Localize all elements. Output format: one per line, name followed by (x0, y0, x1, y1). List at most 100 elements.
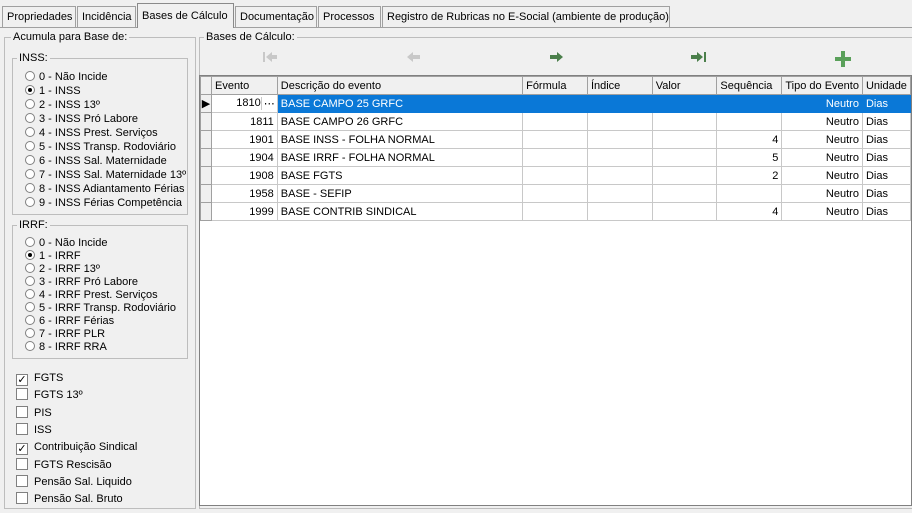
cell-descricao[interactable]: BASE FGTS (276, 166, 524, 185)
cell-descricao[interactable]: BASE IRRF - FOLHA NORMAL (276, 148, 524, 167)
table-row[interactable]: ▶ ⋯ 1810 BASE CAMPO 25 GRFC Neutro Dias (200, 94, 912, 113)
cell-formula[interactable] (522, 112, 588, 131)
inss-option-2[interactable]: 2 - INSS 13º (25, 99, 100, 112)
bases-grid[interactable]: Evento Descrição do evento Fórmula Índic… (199, 75, 912, 506)
column-evento[interactable]: Evento (210, 76, 278, 95)
inss-option-4[interactable]: 4 - INSS Prest. Serviços (25, 127, 158, 140)
last-record-icon[interactable] (689, 50, 711, 70)
cell-evento[interactable]: 1901 (210, 130, 278, 149)
check-fgts[interactable]: ✓ FGTS (16, 371, 63, 386)
cell-formula[interactable] (522, 94, 588, 113)
irrf-option-5[interactable]: 5 - IRRF Transp. Rodoviário (25, 302, 176, 315)
table-row[interactable]: 1901 BASE INSS - FOLHA NORMAL 4 Neutro D… (200, 130, 912, 149)
next-record-icon[interactable] (545, 50, 567, 70)
irrf-option-3[interactable]: 3 - IRRF Pró Labore (25, 276, 138, 289)
cell-descricao[interactable]: BASE CONTRIB SINDICAL (276, 202, 524, 221)
cell-valor[interactable] (651, 184, 718, 203)
column-formula[interactable]: Fórmula (522, 76, 588, 95)
cell-formula[interactable] (522, 130, 588, 149)
irrf-option-1[interactable]: 1 - IRRF (25, 250, 81, 263)
cell-tipo[interactable]: Neutro (781, 202, 863, 221)
check-pensao-sal-bruto[interactable]: Pensão Sal. Bruto (16, 492, 123, 506)
cell-descricao[interactable]: BASE CAMPO 26 GRFC (276, 112, 524, 131)
cell-evento[interactable]: ⋯ 1810 (210, 94, 278, 113)
cell-evento[interactable]: 1958 (210, 184, 278, 203)
cell-formula[interactable] (522, 202, 588, 221)
table-row[interactable]: 1908 BASE FGTS 2 Neutro Dias (200, 166, 912, 185)
inss-option-8[interactable]: 8 - INSS Adiantamento Férias (25, 183, 185, 196)
cell-evento[interactable]: 1999 (210, 202, 278, 221)
cell-evento[interactable]: 1904 (210, 148, 278, 167)
inss-option-3[interactable]: 3 - INSS Pró Labore (25, 113, 138, 126)
irrf-option-7[interactable]: 7 - IRRF PLR (25, 328, 105, 341)
add-record-icon[interactable] (832, 50, 854, 70)
cell-sequencia[interactable] (716, 94, 783, 113)
check-iss[interactable]: ISS (16, 423, 52, 437)
cell-unidade[interactable]: Dias (861, 130, 912, 149)
cell-indice[interactable] (586, 94, 653, 113)
cell-evento[interactable]: 1908 (210, 166, 278, 185)
cell-tipo[interactable]: Neutro (781, 112, 863, 131)
cell-indice[interactable] (586, 166, 653, 185)
cell-descricao[interactable]: BASE INSS - FOLHA NORMAL (276, 130, 524, 149)
cell-valor[interactable] (651, 94, 718, 113)
cell-sequencia[interactable]: 4 (716, 130, 783, 149)
check-pensao-sal-liquido[interactable]: Pensão Sal. Liquido (16, 475, 132, 489)
cell-descricao[interactable]: BASE CAMPO 25 GRFC (276, 94, 524, 113)
cell-indice[interactable] (586, 184, 653, 203)
cell-sequencia[interactable]: 4 (716, 202, 783, 221)
cell-sequencia[interactable] (716, 184, 783, 203)
cell-formula[interactable] (522, 184, 588, 203)
cell-valor[interactable] (651, 112, 718, 131)
cell-indice[interactable] (586, 112, 653, 131)
table-row[interactable]: 1904 BASE IRRF - FOLHA NORMAL 5 Neutro D… (200, 148, 912, 167)
ellipsis-button[interactable]: ⋯ (260, 97, 277, 110)
column-unidade[interactable]: Unidade (861, 76, 912, 95)
inss-option-5[interactable]: 5 - INSS Transp. Rodoviário (25, 141, 176, 154)
inss-option-7[interactable]: 7 - INSS Sal. Maternidade 13º (25, 169, 186, 182)
tab-processos[interactable]: Processos (318, 6, 381, 27)
cell-tipo[interactable]: Neutro (781, 130, 863, 149)
inss-option-6[interactable]: 6 - INSS Sal. Maternidade (25, 155, 167, 168)
check-fgts-rescisao[interactable]: FGTS Rescisão (16, 458, 112, 472)
cell-sequencia[interactable]: 2 (716, 166, 783, 185)
tab-incidencia[interactable]: Incidência (77, 6, 136, 27)
table-row[interactable]: 1999 BASE CONTRIB SINDICAL 4 Neutro Dias (200, 202, 912, 221)
tab-registro-esocial[interactable]: Registro de Rubricas no E-Social (ambien… (382, 6, 670, 27)
first-record-icon[interactable] (259, 50, 281, 70)
irrf-option-8[interactable]: 8 - IRRF RRA (25, 341, 107, 354)
cell-indice[interactable] (586, 202, 653, 221)
inss-option-0[interactable]: 0 - Não Incide (25, 71, 107, 84)
check-pis[interactable]: PIS (16, 406, 52, 420)
column-indice[interactable]: Índice (586, 76, 653, 95)
cell-valor[interactable] (651, 202, 718, 221)
cell-indice[interactable] (586, 148, 653, 167)
inss-option-1[interactable]: 1 - INSS (25, 85, 81, 98)
check-contribuicao-sindical[interactable]: ✓ Contribuição Sindical (16, 440, 137, 455)
cell-tipo[interactable]: Neutro (781, 94, 863, 113)
cell-formula[interactable] (522, 148, 588, 167)
cell-descricao[interactable]: BASE - SEFIP (276, 184, 524, 203)
irrf-option-6[interactable]: 6 - IRRF Férias (25, 315, 114, 328)
irrf-option-0[interactable]: 0 - Não Incide (25, 237, 107, 250)
cell-unidade[interactable]: Dias (861, 184, 912, 203)
column-valor[interactable]: Valor (651, 76, 718, 95)
column-sequencia[interactable]: Sequência (716, 76, 783, 95)
cell-valor[interactable] (651, 166, 718, 185)
cell-unidade[interactable]: Dias (861, 112, 912, 131)
check-fgts-13[interactable]: FGTS 13º (16, 388, 83, 402)
cell-evento[interactable]: 1811 (210, 112, 278, 131)
cell-unidade[interactable]: Dias (861, 94, 912, 113)
tab-bases-de-calculo[interactable]: Bases de Cálculo (137, 3, 234, 28)
cell-tipo[interactable]: Neutro (781, 148, 863, 167)
previous-record-icon[interactable] (403, 50, 425, 70)
cell-valor[interactable] (651, 130, 718, 149)
cell-sequencia[interactable]: 5 (716, 148, 783, 167)
column-descricao[interactable]: Descrição do evento (276, 76, 524, 95)
tab-documentacao[interactable]: Documentação (235, 6, 317, 27)
cell-tipo[interactable]: Neutro (781, 184, 863, 203)
irrf-option-2[interactable]: 2 - IRRF 13º (25, 263, 100, 276)
table-row[interactable]: 1811 BASE CAMPO 26 GRFC Neutro Dias (200, 112, 912, 131)
cell-valor[interactable] (651, 148, 718, 167)
cell-formula[interactable] (522, 166, 588, 185)
